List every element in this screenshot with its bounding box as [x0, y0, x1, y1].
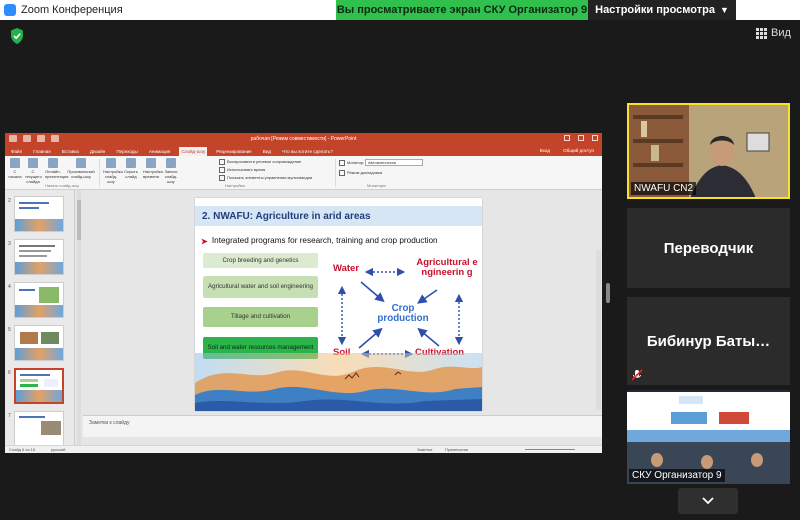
diagram-engineering: Agricultural engineerin g: [416, 257, 478, 278]
ribbon-group-label: Мониторы: [367, 183, 387, 188]
slide-title: 2. NWAFU: Agriculture in arid areas: [202, 211, 371, 222]
current-slide: 2. NWAFU: Agriculture in arid areas ➤ In…: [195, 198, 482, 411]
ribbon-tab: Главная: [33, 149, 51, 154]
participant-name: Бибинур Баты…: [646, 333, 771, 350]
landscape-illustration: [195, 353, 482, 411]
mic-muted-icon: [631, 369, 643, 381]
participant-name: NWAFU CN2: [631, 182, 697, 195]
ppt-statusbar: Слайд 6 из 15 русский Заметки Примечания: [5, 445, 602, 453]
zoom-slider: [525, 449, 575, 450]
view-button[interactable]: Вид: [756, 27, 791, 39]
slide-thumbnail: [14, 196, 64, 232]
ribbon-checkbox: Использовать время: [219, 167, 265, 173]
slide-thumbnail: [14, 411, 64, 447]
ribbon-button: Онлайн-презентация: [45, 158, 68, 179]
zoom-window: Zoom Конференция Вы просматриваете экран…: [0, 0, 800, 520]
slide-thumbnail: [14, 239, 64, 275]
status-lang: русский: [51, 447, 66, 452]
participant-tile[interactable]: Бибинур Баты…: [627, 297, 790, 385]
slide-thumbnail-active: [14, 368, 64, 404]
zoom-logo-icon: [4, 4, 16, 16]
ribbon-button: Настройка слайд-шоу: [103, 158, 123, 184]
quick-access-toolbar: [9, 135, 59, 142]
program-box: Crop breeding and genetics: [203, 253, 318, 268]
ribbon-tab: Рецензирование: [216, 149, 252, 154]
ribbon: С начала С текущего слайда Онлайн-презен…: [5, 148, 602, 190]
ribbon-tab: Слайд-шоу: [179, 147, 208, 156]
ribbon-tab: Что вы хотите сделать?: [282, 149, 333, 154]
shared-screen: рабочая [Режим совместимости] - PowerPoi…: [5, 133, 602, 453]
slide-thumbnail: [14, 325, 64, 361]
slide-scrollbar: [596, 250, 601, 410]
diagram-center: Crop production: [377, 303, 429, 325]
ribbon-tab: Вид: [262, 149, 272, 154]
thumbnails-scrollbar: [77, 190, 81, 445]
participant-video-tile[interactable]: СКУ Организатор 9: [627, 390, 790, 484]
ribbon-tab: Дизайн: [89, 149, 106, 154]
window-title: Zoom Конференция: [21, 4, 123, 16]
ribbon-button: С начала: [7, 158, 23, 179]
ribbon-button: Запись слайд-шоу: [163, 158, 179, 184]
slide-subtitle: ➤ Integrated programs for research, trai…: [201, 236, 438, 246]
ribbon-group-label: Начать слайд-шоу: [45, 183, 80, 188]
ribbon-tab: Вставка: [61, 149, 79, 154]
ribbon-checkbox: Режим докладчика: [339, 170, 382, 176]
monitor-select: Автоматически: [365, 159, 423, 166]
view-options-label: Настройки просмотра: [595, 4, 715, 16]
notes-pane: Заметки к слайду: [83, 415, 602, 437]
ppt-window-title: рабочая [Режим совместимости] - PowerPoi…: [250, 136, 357, 142]
participant-tile[interactable]: Переводчик: [627, 208, 790, 288]
ribbon-button: Скрыть слайд: [123, 158, 139, 179]
ribbon-tab: Анимация: [148, 149, 171, 154]
ribbon-button: Произвольный слайд-шоу: [67, 158, 95, 179]
ribbon-tab: Переходы: [116, 149, 138, 154]
ppt-window-controls: [564, 135, 598, 141]
program-box: Tillage and cultivation: [203, 307, 318, 327]
participant-video-tile[interactable]: NWAFU CN2: [627, 103, 790, 199]
crop-production-diagram: Water Agricultural engineerin g Crop pro…: [333, 258, 481, 368]
participant-name: СКУ Организатор 9: [629, 469, 725, 482]
ppt-share: Общий доступ: [563, 148, 594, 153]
ribbon-checkbox: Показать элементы управления мультимедиа: [219, 175, 312, 181]
program-box: Agricultural water and soil engineering: [203, 276, 318, 298]
slide-thumbnail: [14, 282, 64, 318]
status-slide: Слайд 6 из 15: [9, 447, 36, 452]
ppt-titlebar: рабочая [Режим совместимости] - PowerPoi…: [5, 133, 602, 145]
ribbon-checkbox: Воспроизвести речевое сопровождение: [219, 159, 301, 165]
status-notes: Заметки: [417, 447, 433, 452]
screen-share-banner: Вы просматриваете экран СКУ Организатор …: [336, 0, 588, 20]
ribbon-monitor-label: Монитор:: [339, 160, 364, 166]
scroll-down-button[interactable]: [678, 488, 738, 514]
ribbon-tabs: Файл Главная Вставка Дизайн Переходы Анимация…: [5, 145, 602, 156]
ppt-sign-in: Вход: [539, 148, 550, 153]
diagram-water: Water: [333, 263, 360, 274]
bullet-arrow-icon: ➤: [201, 237, 208, 246]
view-label: Вид: [771, 27, 791, 39]
ribbon-button: Настройка времени: [143, 158, 163, 179]
panel-resize-handle[interactable]: [606, 283, 610, 303]
slide-thumbnails-pane: 2 3 4 5 6 7: [5, 190, 75, 447]
chevron-down-icon: ▼: [719, 5, 729, 15]
view-options-button[interactable]: Настройки просмотра ▼: [588, 0, 736, 20]
security-shield-icon[interactable]: [10, 28, 24, 44]
ribbon-button: С текущего слайда: [25, 158, 42, 184]
chevron-down-icon: [702, 497, 714, 505]
ribbon-group-label: Настройка: [225, 183, 245, 188]
ppt-workspace: 2 3 4 5 6 7 2. NWAFU: Agriculture in ari…: [5, 190, 602, 447]
status-comments: Примечания: [445, 447, 469, 452]
grid-view-icon: [756, 27, 767, 39]
participant-name: Переводчик: [663, 239, 754, 257]
ribbon-tab: Файл: [11, 149, 23, 154]
